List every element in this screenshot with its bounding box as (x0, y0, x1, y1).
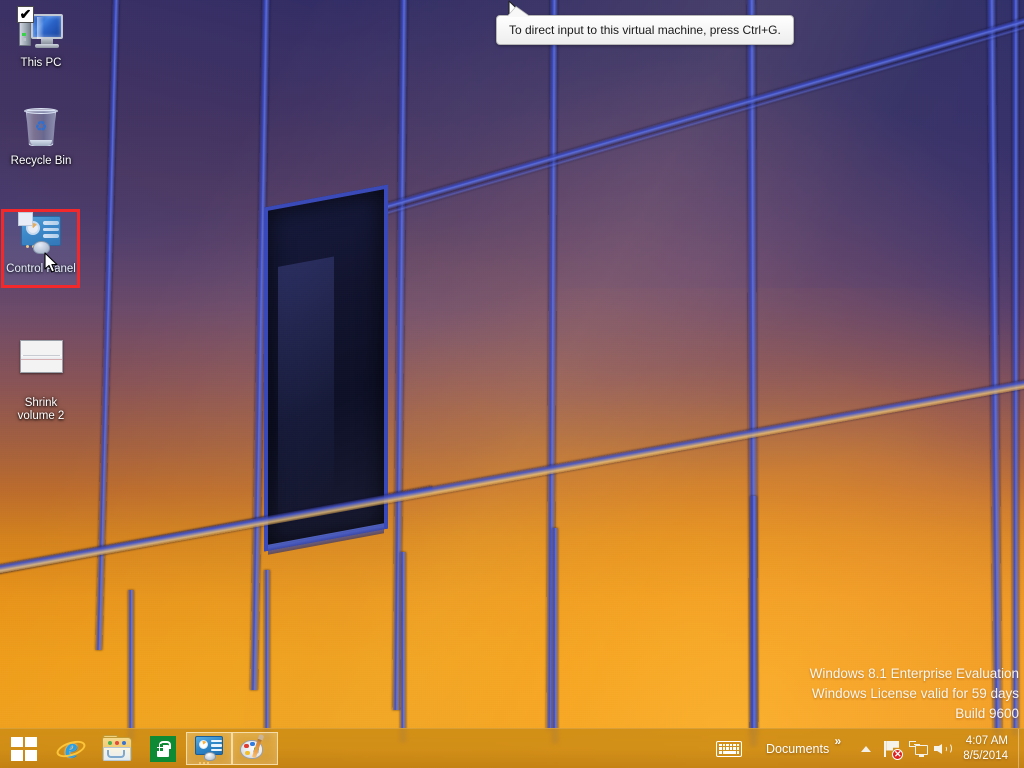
documents-toolbar-label: Documents (766, 741, 830, 756)
taskbar-button-store[interactable] (140, 732, 186, 765)
thumbnail-titlebar (21, 355, 62, 360)
recycle-symbol: ♻ (34, 118, 48, 134)
windows-activation-watermark: Windows 8.1 Enterprise Evaluation Window… (810, 664, 1019, 724)
speaker-icon (934, 741, 954, 757)
watermark-line-3: Build 9600 (955, 706, 1019, 721)
desktop-screen: ✔ This PC ♻ Recycle Bin Control Panel Sh… (0, 0, 1024, 768)
facade-mullion-lower (128, 590, 134, 740)
checkmark-badge-icon: ✔ (17, 6, 34, 23)
facade-window-interior (278, 256, 334, 517)
network-stand (918, 755, 924, 757)
network-icon (908, 740, 928, 757)
taskbar-button-control-panel[interactable] (186, 732, 232, 765)
vm-input-tooltip: To direct input to this virtual machine,… (496, 7, 794, 45)
store-mini-logo (155, 743, 163, 751)
bin-lip (24, 108, 58, 114)
paint-palette-icon (240, 736, 270, 762)
facade-mullion-vertical (1012, 0, 1019, 735)
desktop-icon-label: This PC (20, 57, 62, 69)
desktop-icon-label: Control Panel (6, 263, 76, 275)
palette-paint-blob (244, 743, 249, 748)
facade-mullion-lower (400, 552, 406, 742)
taskbar-empty-area[interactable] (278, 729, 710, 768)
mouse-cursor (44, 252, 58, 273)
store-bag-icon (150, 735, 176, 762)
control-panel-sliders (43, 221, 59, 241)
speaker-cone (934, 743, 943, 754)
clock[interactable]: 4:07 AM 8/5/2014 (957, 729, 1018, 768)
computer-screen (31, 14, 63, 39)
watermark-line-1: Windows 8.1 Enterprise Evaluation (809, 666, 1019, 681)
folder-dot (115, 740, 119, 745)
wallpaper-diagonal-sweep (0, 0, 1024, 768)
control-panel-dial (199, 739, 208, 749)
system-tray: Documents » ✕ 4:07 AM 8/5/2014 (710, 729, 1024, 768)
taskbar: e Documents » ✕ 4:07 AM 8/5/2014 (0, 728, 1024, 768)
clock-time: 4:07 AM (965, 734, 1008, 747)
folder-clip (107, 749, 125, 758)
internet-explorer-icon: e (54, 734, 88, 763)
control-panel-sliders (211, 739, 222, 754)
folder-dot (122, 740, 126, 745)
facade-mullion-lower (552, 528, 558, 743)
tray-icon-group: ✕ (839, 729, 957, 768)
network-monitor (914, 745, 928, 755)
tray-icon-action-center[interactable]: ✕ (879, 729, 905, 768)
start-button[interactable] (0, 729, 48, 768)
show-desktop-button[interactable] (1018, 729, 1024, 768)
screenshot-thumbnail-icon (17, 333, 65, 381)
control-panel-icon (194, 735, 224, 764)
clock-date: 8/5/2014 (963, 749, 1008, 762)
taskbar-buttons: e (48, 729, 278, 768)
thumbnail-frame (20, 340, 63, 373)
action-center-error-badge: ✕ (892, 748, 904, 760)
tooltip-text: To direct input to this virtual machine,… (509, 23, 781, 37)
taskbar-button-file-explorer[interactable] (94, 732, 140, 765)
computer-base (35, 44, 59, 48)
tray-icon-volume[interactable] (931, 729, 957, 768)
toolbar-overflow-chevron[interactable]: » (835, 734, 842, 748)
folder-icon (102, 734, 132, 762)
desktop-icon-shrink-volume-2[interactable]: Shrink volume 2 (2, 320, 80, 436)
flag-pole (884, 740, 887, 757)
windows-logo-icon (11, 736, 37, 761)
documents-toolbar[interactable]: Documents » (748, 729, 842, 768)
facade-mullion-lower (264, 570, 270, 740)
touch-keyboard-button[interactable] (710, 740, 748, 757)
palette-paint-blob (245, 750, 250, 755)
keyboard-icon (716, 740, 742, 757)
watermark-line-2: Windows License valid for 59 days (811, 686, 1019, 701)
computer-icon: ✔ (17, 6, 65, 54)
facade-window-recess (264, 184, 388, 555)
chevron-up-icon (861, 745, 872, 752)
recycle-bin-icon: ♻ (17, 104, 65, 152)
bin-bottom (30, 140, 52, 146)
tooltip-tail (507, 7, 530, 17)
desktop-icon-control-panel[interactable]: Control Panel (2, 212, 80, 276)
desktop-icon-this-pc[interactable]: ✔ This PC (2, 6, 80, 70)
flag-icon: ✕ (883, 740, 904, 760)
palette-paint-blob (250, 741, 255, 746)
control-panel-mouse (204, 751, 216, 761)
desktop-icon-label: Shrink volume 2 (17, 397, 65, 422)
folder-dot (108, 740, 112, 745)
taskbar-button-internet-explorer[interactable]: e (48, 732, 94, 765)
control-panel-overlay-box (18, 212, 33, 226)
desktop-icon-label: Recycle Bin (10, 155, 72, 167)
desktop-wallpaper[interactable] (0, 0, 1024, 768)
show-hidden-icons-button[interactable] (853, 729, 879, 768)
taskbar-button-paint[interactable] (232, 732, 278, 765)
facade-mullion-lower (750, 496, 757, 746)
speaker-wave (945, 743, 953, 754)
tray-icon-network[interactable] (905, 729, 931, 768)
desktop-icon-recycle-bin[interactable]: ♻ Recycle Bin (2, 104, 80, 168)
